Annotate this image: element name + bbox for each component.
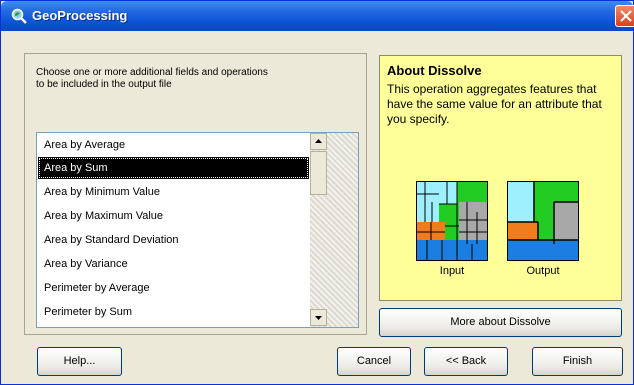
close-icon xyxy=(620,10,632,22)
list-item[interactable]: Area by Standard Deviation xyxy=(38,229,309,251)
list-item[interactable]: Area by Variance xyxy=(38,253,309,275)
arrow-up-icon xyxy=(315,139,322,143)
finish-button[interactable]: Finish xyxy=(532,347,623,376)
magnifier-globe-icon xyxy=(11,8,27,24)
about-panel: About Dissolve This operation aggregates… xyxy=(379,55,622,301)
output-label: Output xyxy=(526,265,560,277)
operations-listbox[interactable]: Area by Average Area by Sum Area by Mini… xyxy=(36,132,359,328)
arrow-down-icon xyxy=(315,316,322,320)
list-item[interactable]: Perimeter by Sum xyxy=(38,301,309,323)
title-bar[interactable]: GeoProcessing xyxy=(1,1,634,31)
about-title: About Dissolve xyxy=(387,63,482,78)
more-about-button[interactable]: More about Dissolve xyxy=(379,308,622,337)
scroll-thumb[interactable] xyxy=(310,151,327,195)
list-item[interactable]: Perimeter by Average xyxy=(38,277,309,299)
list-item-selected[interactable]: Area by Sum xyxy=(38,157,309,179)
geoprocessing-dialog: GeoProcessing Choose one or more additio… xyxy=(0,0,634,385)
list-item[interactable]: Area by Maximum Value xyxy=(38,205,309,227)
close-button[interactable] xyxy=(615,5,634,27)
cancel-button[interactable]: Cancel xyxy=(337,347,411,376)
output-map-image xyxy=(507,181,579,261)
instructions-text: Choose one or more additional fields and… xyxy=(36,67,268,90)
fields-group-panel: Choose one or more additional fields and… xyxy=(24,53,367,335)
back-button[interactable]: << Back xyxy=(424,347,508,376)
help-button[interactable]: Help... xyxy=(37,347,122,376)
input-label: Input xyxy=(439,265,465,277)
window-title: GeoProcessing xyxy=(32,8,128,23)
about-description: This operation aggregates features that … xyxy=(387,82,602,126)
scroll-up-button[interactable] xyxy=(310,133,327,150)
input-map-image xyxy=(416,181,488,261)
scroll-down-button[interactable] xyxy=(310,309,327,326)
vertical-scrollbar[interactable] xyxy=(310,133,358,327)
list-item[interactable]: Area by Minimum Value xyxy=(38,181,309,203)
list-item[interactable]: Area by Average xyxy=(38,134,309,156)
